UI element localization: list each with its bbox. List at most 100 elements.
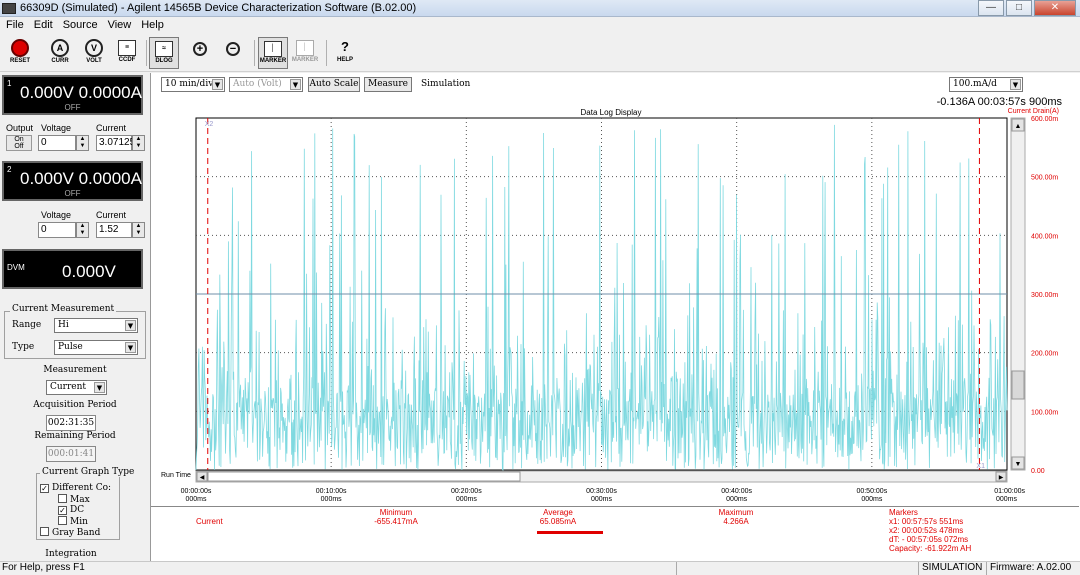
scale-select[interactable]: 100.mA/d ▼	[949, 77, 1023, 92]
channel2-voltage-spinner[interactable]: ▲ ▼	[76, 222, 89, 238]
different-checkbox[interactable]: ✓ Different Co:	[40, 483, 111, 493]
toolbar: RESET A CURR V VOLT ≡ CCDF ≈ DLOG + − │ …	[0, 34, 1080, 72]
x-tick-sublabel: 000ms	[861, 496, 883, 503]
measurement-title: Measurement	[43, 365, 107, 375]
channel2-current-spinner[interactable]: ▲ ▼	[132, 222, 145, 238]
channel1-display: 1 0.000V 0.0000A OFF	[2, 75, 143, 115]
chevron-down-icon: ▼	[125, 320, 136, 331]
measure-button[interactable]: Measure	[364, 77, 412, 92]
measurement-select[interactable]: Current ▼	[46, 380, 107, 395]
close-button[interactable]: ✕	[1034, 0, 1076, 16]
chevron-left-icon: ◀	[200, 475, 205, 481]
type-label: Type	[12, 342, 35, 352]
help-icon: ?	[341, 39, 349, 54]
horizontal-scroll-thumb[interactable]	[207, 471, 521, 482]
channel1-index: 1	[7, 79, 12, 88]
status-mode: SIMULATION	[918, 562, 984, 575]
zoom-out-icon: −	[226, 42, 240, 56]
x-tick-sublabel: 000ms	[726, 496, 748, 503]
vertical-scrollbar[interactable]	[1010, 117, 1026, 471]
check-icon: ✓	[40, 484, 49, 493]
dc-checkbox[interactable]: ✓ DC	[58, 505, 84, 515]
x-tick-labels: 00:00:00s000ms00:10:00s000ms00:20:00s000…	[181, 488, 1026, 503]
curr-button[interactable]: A CURR	[45, 37, 75, 69]
help-button[interactable]: ? HELP	[330, 37, 360, 69]
y-tick-label: 600.00m	[1031, 116, 1058, 123]
menu-source[interactable]: Source	[63, 17, 98, 34]
zoom-in-icon: +	[193, 42, 207, 56]
reset-button[interactable]: RESET	[5, 37, 35, 69]
chart-title: Data Log Display	[581, 108, 642, 117]
status-firmware: Firmware: A.02.00	[986, 562, 1080, 575]
toolbar-separator	[326, 40, 327, 66]
summary-row-label: Current	[196, 517, 223, 526]
y-tick-label: 400.00m	[1031, 233, 1058, 240]
x-tick-sublabel: 000ms	[321, 496, 343, 503]
x-tick-sublabel: 000ms	[996, 496, 1018, 503]
volt-button[interactable]: V VOLT	[79, 37, 109, 69]
chevron-down-icon: ▼	[1015, 461, 1022, 468]
channel2-index: 2	[7, 165, 12, 174]
marker-disabled-button[interactable]: │ MARKER	[290, 37, 320, 69]
menu-file[interactable]: File	[6, 17, 24, 34]
zoom-in-button[interactable]: +	[185, 37, 215, 69]
minimum-label: Minimum	[379, 508, 413, 517]
range-select[interactable]: Hi ▼	[54, 318, 138, 333]
remaining-period-field: 000:01:41	[46, 446, 96, 462]
auto-volt-select[interactable]: Auto (Volt) ▼	[229, 77, 303, 92]
channel1-current-field[interactable]: 3.07125	[96, 135, 135, 151]
vertical-scroll-thumb[interactable]	[1011, 370, 1025, 400]
menu-edit[interactable]: Edit	[34, 17, 53, 34]
maximize-button[interactable]: □	[1006, 0, 1032, 16]
auto-scale-button[interactable]: Auto Scale	[308, 77, 360, 92]
channel1-current-spinner[interactable]: ▲ ▼	[132, 135, 145, 151]
remaining-period-label: Remaining Period	[34, 431, 116, 441]
marker-button[interactable]: │ MARKER	[258, 37, 288, 69]
chevron-down-icon: ▼	[290, 79, 301, 90]
menu-help[interactable]: Help	[141, 17, 164, 34]
channel2-current-field[interactable]: 1.52	[96, 222, 132, 238]
ccdf-button[interactable]: ≡ CCDF	[112, 37, 142, 69]
minimize-button[interactable]: —	[978, 0, 1004, 16]
channel2-current-label: Current	[96, 210, 127, 220]
x-tick-label: 00:30:00s	[586, 488, 617, 495]
dlog-button[interactable]: ≈ DLOG	[149, 37, 179, 69]
marker-icon: │	[264, 41, 282, 57]
ammeter-icon: A	[51, 39, 69, 57]
timebase-select[interactable]: 10 min/div ▼	[161, 77, 225, 92]
check-icon: ✓	[58, 506, 67, 515]
max-checkbox[interactable]: Max	[58, 494, 90, 505]
channel1-voltage-field[interactable]: 0	[38, 135, 76, 151]
mode-label: Simulation	[421, 79, 471, 89]
acquisition-period-field[interactable]: 002:31:35	[46, 415, 96, 431]
data-log-chart[interactable]: Data Log Display Current Drain(A) X2 X1 6…	[151, 106, 1080, 538]
channel2-display: 2 0.000V 0.0000A OFF	[2, 161, 143, 201]
toolbar-separator	[146, 40, 147, 66]
x-tick-label: 00:00:00s	[181, 488, 212, 495]
left-panel: 1 0.000V 0.0000A OFF Output On Off Volta…	[0, 73, 148, 561]
app-icon	[2, 3, 16, 14]
y-tick-label: 300.00m	[1031, 292, 1058, 299]
menu-view[interactable]: View	[108, 17, 132, 34]
output-toggle[interactable]: On Off	[6, 135, 32, 151]
acquisition-period-label: Acquisition Period	[33, 400, 117, 410]
zoom-out-button[interactable]: −	[218, 37, 248, 69]
channel2-voltage-field[interactable]: 0	[38, 222, 76, 238]
chevron-down-icon: ▼	[212, 79, 223, 90]
x-tick-label: 00:40:00s	[721, 488, 752, 495]
channel2-state: OFF	[64, 189, 81, 198]
channel1-state: OFF	[64, 103, 81, 112]
channel1-voltage-label: Voltage	[41, 123, 72, 133]
min-checkbox[interactable]: Min	[58, 516, 88, 527]
channel1-voltage-spinner[interactable]: ▲ ▼	[76, 135, 89, 151]
type-select[interactable]: Pulse ▼	[54, 340, 138, 355]
chevron-right-icon: ▶	[999, 475, 1004, 481]
range-label: Range	[12, 320, 42, 330]
gray-band-checkbox[interactable]: Gray Band	[40, 527, 100, 538]
current-graph-type-title: Current Graph Type	[40, 467, 137, 477]
maximum-value: 4.266A	[723, 517, 749, 526]
chevron-down-icon: ▼	[1010, 79, 1021, 90]
channel2-voltage-label: Voltage	[41, 210, 72, 220]
dvm-display: DVM 0.000V	[2, 249, 143, 289]
channel1-current-label: Current	[96, 123, 127, 133]
